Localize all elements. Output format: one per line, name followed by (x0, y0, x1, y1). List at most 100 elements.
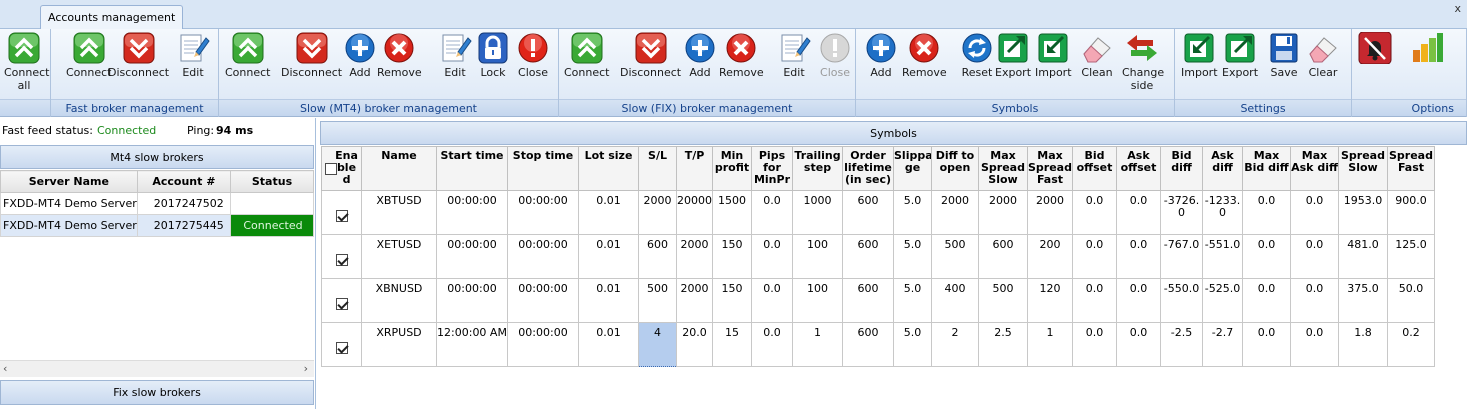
add-button[interactable]: Add (864, 32, 898, 79)
symbol-cell[interactable]: XETUSD (361, 234, 437, 279)
symbol-cell[interactable]: 00:00:00 (436, 278, 508, 323)
symbol-cell[interactable]: 0.0 (1290, 278, 1339, 323)
column-header-max-bid-diff[interactable]: Max Bid diff (1242, 146, 1291, 191)
column-header-spread-slow[interactable]: Spread Slow (1338, 146, 1388, 191)
symbol-cell[interactable]: -2.5 (1160, 322, 1203, 367)
symbol-cell[interactable]: 900.0 (1387, 190, 1435, 235)
symbol-cell[interactable]: 5.0 (893, 278, 932, 323)
column-header-server-name[interactable]: Server Name (0, 170, 138, 193)
connect-button[interactable]: Connect (225, 32, 270, 79)
import-button[interactable]: Import (1181, 32, 1218, 79)
symbol-cell[interactable]: 200 (1027, 234, 1073, 279)
remove-button[interactable]: Remove (719, 32, 764, 79)
symbol-cell[interactable]: 0.0 (1290, 190, 1339, 235)
symbol-cell[interactable]: -525.0 (1202, 278, 1243, 323)
symbol-cell[interactable]: 0.0 (1242, 278, 1291, 323)
column-header-ask-diff[interactable]: Ask diff (1202, 146, 1243, 191)
symbol-cell[interactable]: 2000 (1027, 190, 1073, 235)
symbol-cell[interactable]: 00:00:00 (507, 234, 579, 279)
column-header-order-lifetime-in-sec-[interactable]: Order lifetime (in sec) (842, 146, 894, 191)
symbol-cell[interactable]: 0.0 (751, 278, 793, 323)
symbol-cell[interactable]: 0.01 (578, 322, 639, 367)
symbol-cell[interactable]: 5.0 (893, 234, 932, 279)
column-header-name[interactable]: Name (361, 146, 437, 191)
column-header-max-spread-fast[interactable]: Max Spread Fast (1027, 146, 1073, 191)
disconnect-button[interactable]: Disconnect (281, 32, 342, 79)
symbol-cell[interactable]: 2000 (978, 190, 1028, 235)
account-cell[interactable]: 2017275445 (136, 214, 232, 237)
connect-button[interactable]: Connect (564, 32, 609, 79)
symbol-cell[interactable]: 2.5 (978, 322, 1028, 367)
edit-button[interactable]: Edit (176, 32, 210, 79)
symbol-cell[interactable]: 0.0 (751, 322, 793, 367)
symbol-cell[interactable]: XRPUSD (361, 322, 437, 367)
symbol-cell[interactable]: -3726. 0 (1160, 190, 1203, 235)
column-header-min-profit[interactable]: Min profit (712, 146, 752, 191)
remove-button[interactable]: Remove (377, 32, 422, 79)
symbol-cell[interactable]: -2.7 (1202, 322, 1243, 367)
column-header-max-spread-slow[interactable]: Max Spread Slow (978, 146, 1028, 191)
connect-all-button[interactable]: Connect all (4, 32, 49, 92)
symbol-cell[interactable]: 600 (842, 190, 894, 235)
symbol-cell[interactable]: 100 (792, 278, 843, 323)
server-name-cell[interactable]: FXDD-MT4 Demo Server (0, 192, 138, 215)
column-header-bid-offset[interactable]: Bid offset (1072, 146, 1117, 191)
symbol-cell[interactable]: 1 (792, 322, 843, 367)
symbol-cell[interactable]: 1000 (792, 190, 843, 235)
column-header-max-ask-diff[interactable]: Max Ask diff (1290, 146, 1339, 191)
column-header-ask-offset[interactable]: Ask offset (1116, 146, 1161, 191)
fix-slow-brokers-header[interactable]: Fix slow brokers (0, 380, 314, 405)
enabled-checkbox[interactable] (335, 210, 348, 222)
symbol-cell[interactable]: 500 (978, 278, 1028, 323)
column-header-diff-to-open[interactable]: Diff to open (931, 146, 979, 191)
symbol-cell[interactable]: 2000 (676, 278, 713, 323)
tab-accounts-management[interactable]: Accounts management (40, 5, 184, 30)
signal-bars-button[interactable] (1410, 32, 1444, 66)
symbol-cell[interactable]: 00:00:00 (507, 278, 579, 323)
edit-button[interactable]: Edit (438, 32, 472, 79)
reset-button[interactable]: Reset (960, 32, 994, 79)
symbol-cell[interactable]: 50.0 (1387, 278, 1435, 323)
remove-button[interactable]: Remove (902, 32, 947, 79)
symbol-cell[interactable]: 0.01 (578, 278, 639, 323)
symbol-cell[interactable]: 0.0 (1116, 278, 1161, 323)
symbol-cell[interactable]: 0.0 (1290, 322, 1339, 367)
symbol-cell[interactable]: 5.0 (893, 322, 932, 367)
symbol-cell[interactable]: XBTUSD (361, 190, 437, 235)
symbol-cell[interactable]: 481.0 (1338, 234, 1388, 279)
symbol-cell[interactable]: 0.0 (1116, 234, 1161, 279)
symbol-cell[interactable]: 15 (712, 322, 752, 367)
symbol-cell[interactable]: 600 (842, 278, 894, 323)
enabled-checkbox[interactable] (335, 254, 348, 266)
table-row[interactable]: XBTUSD 00:00:00 00:00:00 0.01 2000 20000 1500 0… (321, 190, 1435, 235)
status-cell[interactable] (230, 192, 314, 215)
symbol-cell[interactable]: 00:00:00 (436, 234, 508, 279)
enabled-checkbox[interactable] (335, 298, 348, 310)
enabled-checkbox[interactable] (335, 342, 348, 354)
connect-button[interactable]: Connect (66, 32, 111, 79)
horizontal-scrollbar[interactable]: ‹ › (0, 360, 314, 377)
symbol-cell[interactable]: 150 (712, 234, 752, 279)
symbol-cell[interactable]: 600 (978, 234, 1028, 279)
column-header-stop-time[interactable]: Stop time (507, 146, 579, 191)
symbol-cell[interactable]: -1233. 0 (1202, 190, 1243, 235)
column-header-spread-fast[interactable]: Spread Fast (1387, 146, 1435, 191)
add-button[interactable]: Add (343, 32, 377, 79)
symbol-cell[interactable]: 0.0 (1072, 190, 1117, 235)
symbol-cell[interactable]: 500 (638, 278, 677, 323)
symbol-cell[interactable]: 5.0 (893, 190, 932, 235)
enabled-cell[interactable] (321, 278, 362, 323)
table-row[interactable]: FXDD-MT4 Demo Server 2017247502 (0, 192, 314, 215)
table-row[interactable]: FXDD-MT4 Demo Server 2017275445 Connecte… (0, 214, 314, 237)
symbol-cell[interactable]: 1 (1027, 322, 1073, 367)
disconnect-button[interactable]: Disconnect (620, 32, 681, 79)
column-header-s-l[interactable]: S/L (638, 146, 677, 191)
column-header-start-time[interactable]: Start time (436, 146, 508, 191)
symbol-cell[interactable]: XBNUSD (361, 278, 437, 323)
account-cell[interactable]: 2017247502 (136, 192, 232, 215)
symbol-cell[interactable]: 125.0 (1387, 234, 1435, 279)
symbol-cell[interactable]: 2000 (931, 190, 979, 235)
select-all-checkbox[interactable] (325, 163, 337, 175)
status-badge[interactable]: Connected (230, 214, 314, 237)
table-row[interactable]: XRPUSD 12:00:00 AM 00:00:00 0.01 4 20.0 15 0.0 1… (321, 322, 1435, 367)
